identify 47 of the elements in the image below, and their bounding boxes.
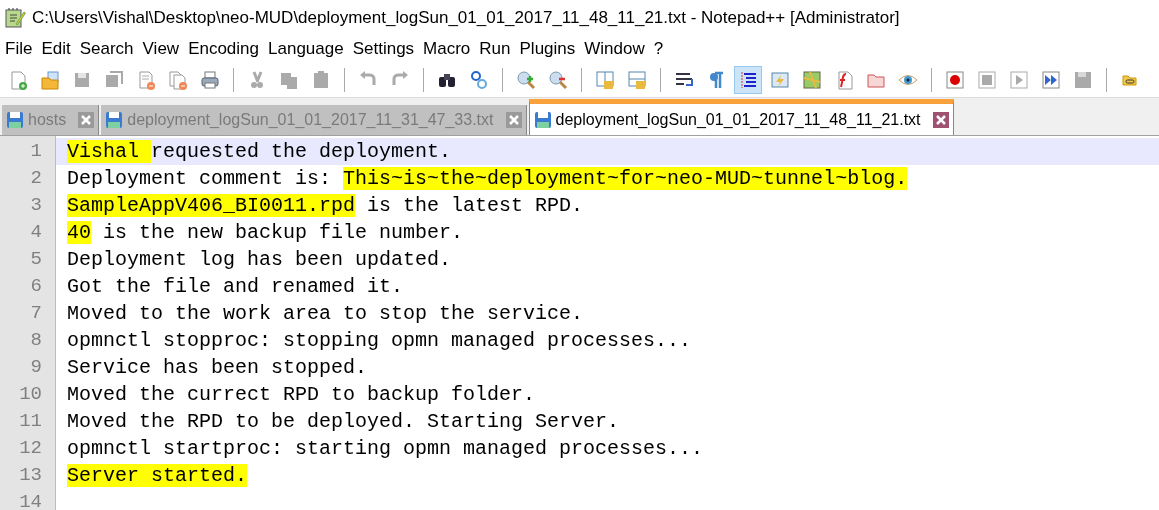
- menu-item[interactable]: Run: [478, 39, 518, 59]
- code-line: 40 is the new backup file number.: [66, 220, 465, 246]
- window-title: C:\Users\Vishal\Desktop\neo-MUD\deployment_logSun_01_01_2017_11_48_11_21.txt - Notepad++ [Administrator]: [32, 7, 900, 28]
- line-number: 5: [29, 247, 43, 272]
- close-icon[interactable]: [78, 112, 95, 128]
- code-line: SampleAppV406_BI0011.rpd is the latest RPD.: [66, 193, 585, 219]
- line-number: 8: [29, 328, 43, 353]
- code-line: opmnctl startproc: starting opmn managed processes...: [66, 436, 705, 462]
- menu-item[interactable]: Settings: [351, 39, 422, 59]
- line-number: 7: [29, 301, 43, 326]
- line-number: 10: [18, 382, 43, 407]
- line-number: 2: [29, 166, 43, 191]
- line-number: 11: [18, 409, 43, 434]
- indent-guide-icon[interactable]: [734, 66, 762, 94]
- close-icon[interactable]: [932, 111, 949, 128]
- menu-item[interactable]: Macro: [422, 39, 478, 59]
- menu-item[interactable]: Search: [78, 39, 141, 59]
- code-line: Deployment log has been updated.: [66, 247, 453, 273]
- code-line: opmnctl stopproc: stopping opmn managed processes...: [66, 328, 693, 354]
- line-number: 1: [29, 139, 43, 164]
- save-icon: [6, 111, 24, 129]
- menu-item[interactable]: Plugins: [518, 39, 583, 59]
- menu-item[interactable]: ?: [652, 39, 671, 59]
- save-icon: [105, 111, 124, 129]
- line-number: 14: [18, 490, 43, 510]
- code-line: Deployment comment is: This~is~the~deployment~for~neo-MUD~tunnel~blog.: [66, 166, 909, 192]
- menu-item[interactable]: File: [4, 39, 40, 59]
- line-number: 12: [18, 436, 43, 461]
- line-number: 4: [29, 220, 43, 245]
- code-line: Moved to the work area to stop the service.: [66, 301, 585, 327]
- menu-item[interactable]: Edit: [40, 39, 78, 59]
- code-line: Moved the RPD to be deployed. Starting Server.: [66, 409, 621, 435]
- code-line: Moved the currect RPD to backup folder.: [66, 382, 537, 408]
- file-tab[interactable]: deployment_logSun_01_01_2017_11_48_11_21.txt: [528, 99, 954, 135]
- menu-item[interactable]: Language: [267, 39, 351, 59]
- menu-item[interactable]: View: [141, 39, 187, 59]
- menu-item[interactable]: Window: [583, 39, 652, 59]
- line-number: 3: [29, 193, 43, 218]
- menu-item[interactable]: Encoding: [187, 39, 266, 59]
- line-number: 9: [29, 355, 43, 380]
- code-line: Got the file and renamed it.: [66, 274, 405, 300]
- line-number: 13: [18, 463, 43, 488]
- line-number: 6: [29, 274, 43, 299]
- notepad-icon: [4, 6, 26, 29]
- save-icon: [533, 110, 552, 129]
- close-icon[interactable]: [505, 112, 522, 128]
- code-line: Service has been stopped.: [66, 355, 369, 381]
